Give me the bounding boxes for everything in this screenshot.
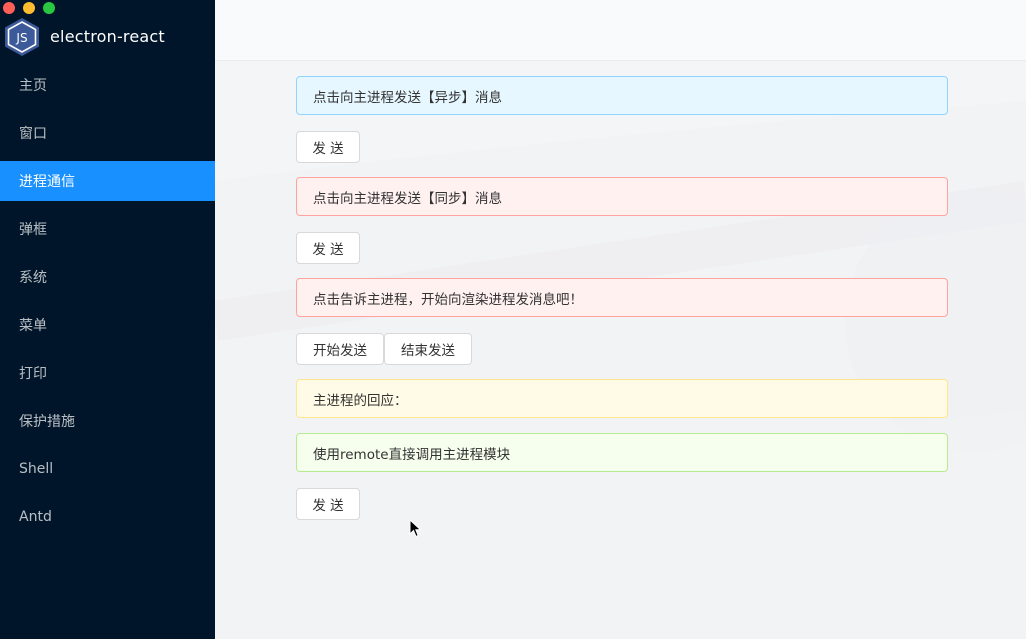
remote-send-label: 发 送 [312,498,344,514]
async-send-label: 发 送 [312,141,344,157]
async-message-alert: 点击向主进程发送【异步】消息 [296,76,948,115]
sidebar-item-label: 进程通信 [19,174,75,190]
sync-message-alert: 点击向主进程发送【同步】消息 [296,177,948,216]
remote-module-alert: 使用remote直接调用主进程模块 [296,433,948,472]
app-window: JS electron-react 主页 窗口 进程通信 弹框 系统 菜单 打印… [0,0,1026,639]
minimize-window-button[interactable] [23,2,35,14]
close-window-button[interactable] [3,2,15,14]
app-title: electron-react [50,27,165,46]
top-header [215,0,1026,61]
logo-text: JS [15,31,27,45]
stop-send-label: 结束发送 [401,343,455,359]
start-send-button[interactable]: 开始发送 [296,333,384,365]
sidebar-item-home[interactable]: 主页 [0,65,215,105]
main-reply-alert: 主进程的回应： [296,379,948,418]
sidebar-item-shell[interactable]: Shell [0,449,215,489]
stop-send-button[interactable]: 结束发送 [384,333,472,365]
renderer-message-alert: 点击告诉主进程，开始向渲染进程发消息吧！ [296,278,948,317]
sidebar-item-label: 窗口 [19,126,47,142]
sidebar-item-label: 保护措施 [19,414,75,430]
sync-message-text: 点击向主进程发送【同步】消息 [313,190,502,207]
sync-send-button[interactable]: 发 送 [296,232,360,264]
sidebar-item-label: 打印 [19,366,47,382]
remote-send-button[interactable]: 发 送 [296,488,360,520]
async-message-text: 点击向主进程发送【异步】消息 [313,89,502,106]
sidebar-item-ipc[interactable]: 进程通信 [0,161,215,201]
main-reply-text: 主进程的回应： [313,392,408,409]
sidebar-item-menu[interactable]: 菜单 [0,305,215,345]
sidebar-item-print[interactable]: 打印 [0,353,215,393]
mouse-cursor-icon [409,519,422,538]
sidebar-item-label: Shell [19,461,54,477]
sidebar-item-label: Antd [19,509,52,525]
sidebar-item-system[interactable]: 系统 [0,257,215,297]
renderer-message-text: 点击告诉主进程，开始向渲染进程发消息吧！ [313,291,583,308]
maximize-window-button[interactable] [43,2,55,14]
sidebar-item-label: 主页 [19,78,47,94]
remote-module-text: 使用remote直接调用主进程模块 [313,446,511,463]
sidebar-item-antd[interactable]: Antd [0,497,215,537]
start-send-label: 开始发送 [313,343,367,359]
sidebar-item-label: 菜单 [19,318,47,334]
sidebar-menu: 主页 窗口 进程通信 弹框 系统 菜单 打印 保护措施 Shell Antd [0,65,215,545]
sidebar: JS electron-react 主页 窗口 进程通信 弹框 系统 菜单 打印… [0,0,215,639]
main-content: 点击向主进程发送【异步】消息 发 送 点击向主进程发送【同步】消息 发 送 点击… [215,61,1026,639]
nodejs-logo-icon: JS [2,17,42,57]
sidebar-item-label: 系统 [19,270,47,286]
sidebar-item-dialog[interactable]: 弹框 [0,209,215,249]
async-send-button[interactable]: 发 送 [296,131,360,163]
sync-send-label: 发 送 [312,242,344,258]
sidebar-item-protection[interactable]: 保护措施 [0,401,215,441]
sidebar-item-window[interactable]: 窗口 [0,113,215,153]
sidebar-item-label: 弹框 [19,222,47,238]
